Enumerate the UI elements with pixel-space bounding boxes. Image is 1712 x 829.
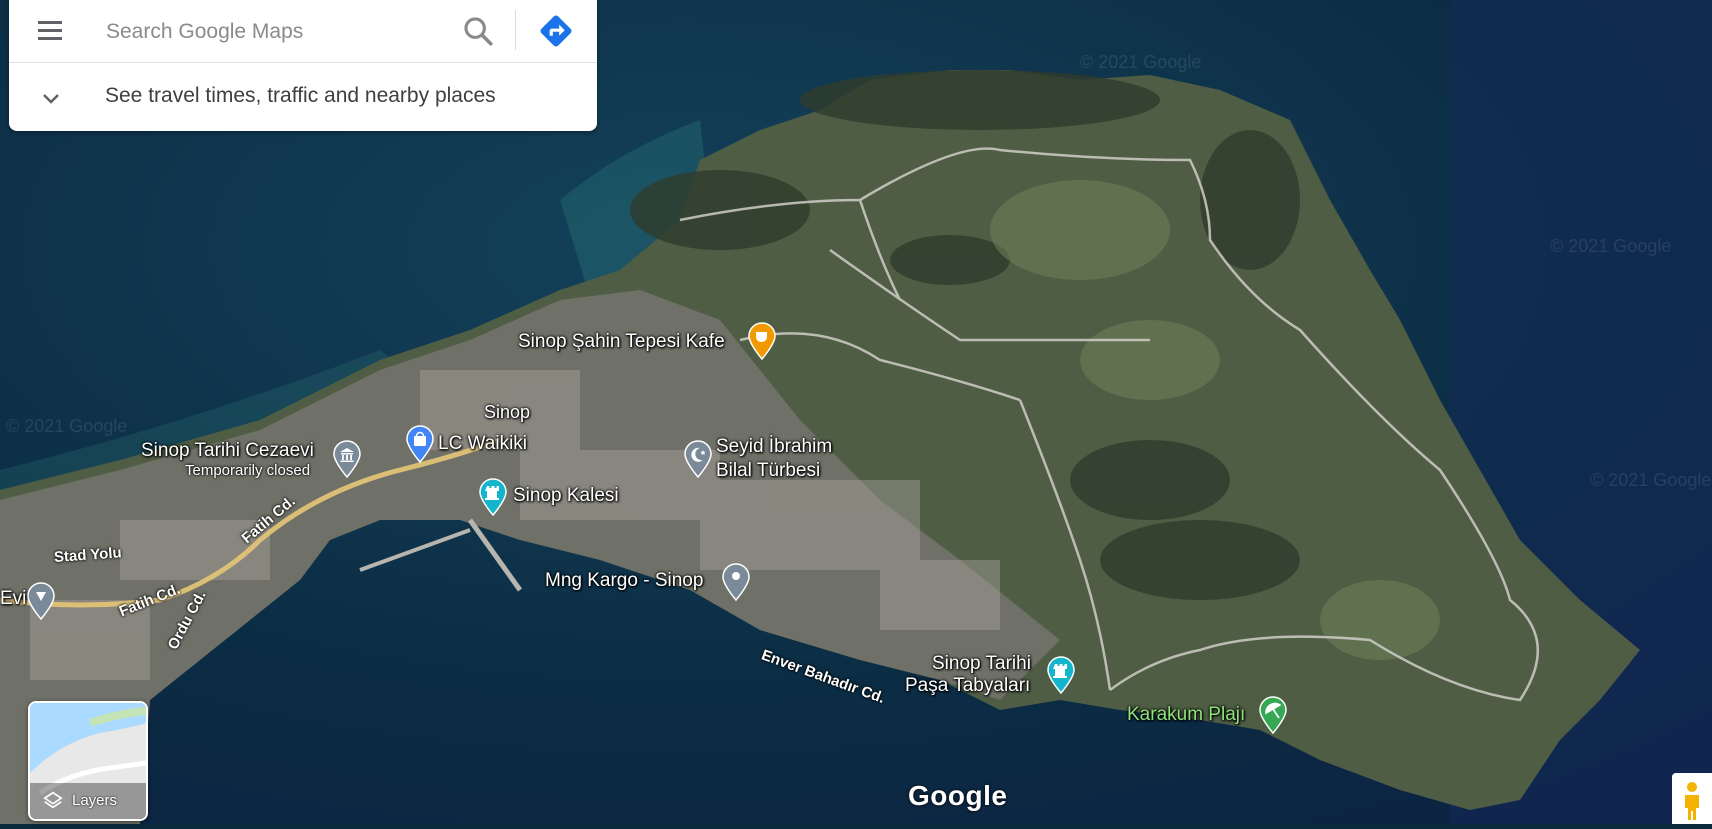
search-panel: See travel times, traffic and nearby pla… [9,0,597,131]
place-label-evi[interactable]: Evi [0,588,26,610]
travel-times-toggle[interactable]: See travel times, traffic and nearby pla… [9,66,597,128]
beach-pin-icon[interactable] [1258,696,1288,734]
copyright-watermark: © 2021 Google [1550,236,1671,256]
transit-pin-icon[interactable] [26,582,56,620]
layers-button[interactable]: Layers [28,701,148,821]
location-pin-icon[interactable] [721,563,751,601]
place-label-bastion-line2[interactable]: Paşa Tabyaları [905,675,1030,697]
google-logo: Google [908,780,1008,811]
place-status-closed: Temporarily closed [185,462,311,479]
castle-pin-icon[interactable] [478,478,508,516]
travel-times-text: See travel times, traffic and nearby pla… [105,84,496,107]
hamburger-menu-icon[interactable] [35,18,65,42]
place-label-city[interactable]: Sinop [484,401,530,423]
place-label-cafe[interactable]: Sinop Şahin Tepesi Kafe [518,331,725,353]
place-label-waikiki[interactable]: LC Waikiki [438,433,527,455]
place-label-cargo[interactable]: Mng Kargo - Sinop [545,570,703,592]
search-icon[interactable] [461,14,495,48]
search-row [9,0,597,63]
shopping-pin-icon[interactable] [405,425,435,463]
pegman-icon [1685,782,1699,820]
directions-icon[interactable] [537,12,575,50]
copyright-watermark: © 2021 Google [6,416,127,436]
place-label-castle[interactable]: Sinop Kalesi [513,485,619,507]
layers-label: Layers [72,792,118,809]
place-label-tomb-line1[interactable]: Seyid İbrahim [716,436,832,458]
search-input[interactable] [104,14,448,50]
layers-icon [43,791,63,809]
place-label-tomb-line2[interactable]: Bilal Türbesi [716,460,820,482]
copyright-watermark: © 2021 Google [1080,52,1201,72]
place-label-bastion-line1[interactable]: Sinop Tarihi [932,653,1031,675]
divider [515,10,516,50]
mosque-pin-icon[interactable] [683,440,713,478]
chevron-down-icon [43,94,59,104]
pegman-button[interactable] [1672,773,1712,824]
cafe-pin-icon[interactable] [747,322,777,360]
copyright-watermark: © 2021 Google [1590,470,1711,490]
castle-pin-icon[interactable] [1046,656,1076,694]
place-label-prison[interactable]: Sinop Tarihi Cezaevi [141,440,314,462]
place-label-beach[interactable]: Karakum Plajı [1127,704,1245,726]
museum-pin-icon[interactable] [332,440,362,478]
